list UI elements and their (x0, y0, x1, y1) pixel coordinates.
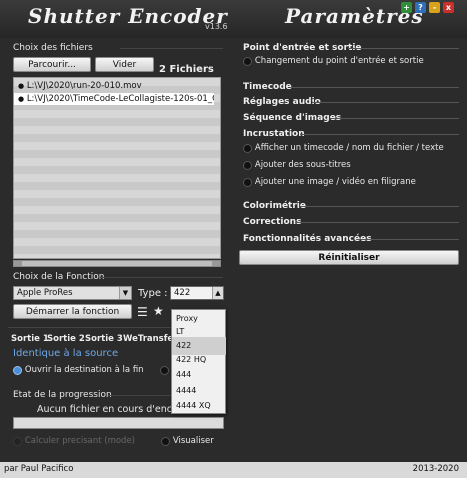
open-destination-option[interactable]: Ouvrir la destination à la fin (13, 365, 144, 376)
progress-section-label: Etat de la progression (13, 390, 112, 400)
list-item[interactable]: ● L:\VJ\2020\run-20-010.mov (14, 80, 214, 92)
colorimetry-section[interactable]: Colorimétrie (243, 201, 306, 211)
entry-exit-section[interactable]: Point d'entrée et sortie (243, 43, 362, 53)
scroll-right-icon[interactable] (212, 261, 220, 266)
function-section-divider (100, 277, 223, 278)
precise-option-label: Calculer precisant (mode) (24, 436, 135, 446)
open-destination-label: Ouvrir la destination à la fin (24, 365, 144, 375)
section-divider (348, 48, 459, 49)
timecode-section[interactable]: Timecode (243, 82, 292, 92)
chevron-down-icon: ▼ (119, 287, 131, 299)
advanced-section[interactable]: Fonctionnalités avancées (243, 234, 372, 244)
radio-icon (13, 436, 22, 446)
preview-label: Visualiser (172, 436, 214, 446)
section-divider (296, 222, 459, 223)
radio-icon[interactable] (160, 366, 169, 375)
file-path: L:\VJ\2020\run-20-010.mov (26, 81, 142, 91)
overlay-option-label: Afficher un timecode / nom du fichier / … (254, 143, 444, 153)
file-list[interactable]: ● L:\VJ\2020\run-20-010.mov ● L:\VJ\2020… (13, 77, 221, 259)
function-select[interactable]: Apple ProRes ▼ (13, 286, 132, 300)
precise-option: Calculer precisant (mode) (13, 436, 135, 447)
function-section-label: Choix de la Fonction (13, 272, 105, 282)
files-section-divider (120, 48, 223, 49)
overlay-option-label: Ajouter des sous-titres (254, 160, 351, 170)
audio-section[interactable]: Réglages audio (243, 97, 321, 107)
scroll-left-icon[interactable] (14, 261, 22, 266)
section-divider (312, 102, 459, 103)
plus-icon[interactable]: + (401, 2, 412, 13)
overlay-option-timecode[interactable]: Afficher un timecode / nom du fichier / … (243, 143, 444, 154)
progress-status: Aucun fichier en cours d'enc (37, 404, 172, 415)
type-select[interactable]: 422 ▲ (170, 286, 224, 300)
tab-output-1[interactable]: Sortie 1 (11, 334, 49, 344)
menu-icon[interactable]: ☰ (137, 305, 148, 319)
type-dropdown-menu: Proxy LT 422 422 HQ 444 4444 4444 XQ (171, 309, 226, 414)
section-divider (330, 118, 459, 119)
image-sequence-section[interactable]: Séquence d'images (243, 113, 341, 123)
horizontal-scrollbar[interactable] (13, 260, 221, 267)
tab-output-2[interactable]: Sortie 2 (47, 334, 85, 344)
start-function-button[interactable]: Démarrer la fonction (13, 304, 132, 319)
dropdown-option[interactable]: 4444 XQ (172, 397, 226, 415)
app-title: Shutter Encoder (28, 4, 228, 28)
files-section-label: Choix des fichiers (13, 43, 93, 53)
section-divider (290, 87, 459, 88)
section-divider (300, 134, 459, 135)
function-select-value: Apple ProRes (17, 288, 73, 298)
tab-wetransfer[interactable]: WeTransfer (123, 334, 177, 344)
overlay-option-watermark[interactable]: Ajouter une image / vidéo en filigrane (243, 177, 416, 188)
footer: par Paul Pacifico 2013-2020 (0, 462, 467, 478)
list-item[interactable]: ● L:\VJ\2020\TimeCode-LeCollagiste-120s-… (14, 93, 214, 105)
section-divider (300, 206, 459, 207)
file-count: 2 Fichiers (159, 64, 214, 75)
version-label: v13.6 (205, 22, 228, 31)
minimize-icon[interactable]: - (429, 2, 440, 13)
type-label: Type : (138, 288, 168, 299)
radio-icon[interactable] (243, 56, 252, 66)
tab-output-3[interactable]: Sortie 3 (85, 334, 123, 344)
radio-icon[interactable] (243, 143, 252, 153)
preview-option[interactable]: Visualiser (161, 436, 214, 447)
years-label: 2013-2020 (412, 464, 459, 474)
browse-button[interactable]: Parcourir... (13, 57, 91, 72)
overlay-option-label: Ajouter une image / vidéo en filigrane (254, 177, 416, 187)
radio-icon[interactable] (161, 436, 170, 446)
entry-exit-option-label: Changement du point d'entrée et sortie (254, 56, 424, 66)
overlay-option-subtitles[interactable]: Ajouter des sous-titres (243, 160, 351, 171)
close-icon[interactable]: x (443, 2, 454, 13)
author-label: par Paul Pacifico (4, 464, 74, 474)
chevron-up-icon: ▲ (212, 287, 223, 299)
star-icon[interactable]: ★ (153, 304, 164, 318)
file-path: L:\VJ\2020\TimeCode-LeCollagiste-120s-01… (26, 94, 214, 104)
radio-icon[interactable] (243, 160, 252, 170)
corrections-section[interactable]: Corrections (243, 217, 301, 227)
overlay-section[interactable]: Incrustation (243, 129, 305, 139)
entry-exit-option[interactable]: Changement du point d'entrée et sortie (243, 56, 424, 67)
destination-label[interactable]: Identique à la source (13, 348, 118, 359)
reset-button[interactable]: Réinitialiser (239, 250, 459, 265)
help-icon[interactable]: ? (415, 2, 426, 13)
radio-icon[interactable] (243, 177, 252, 187)
type-select-value: 422 (174, 288, 191, 298)
radio-icon[interactable] (13, 365, 22, 375)
progress-bar (13, 417, 224, 429)
section-divider (356, 239, 459, 240)
clear-button[interactable]: Vider (95, 57, 154, 72)
